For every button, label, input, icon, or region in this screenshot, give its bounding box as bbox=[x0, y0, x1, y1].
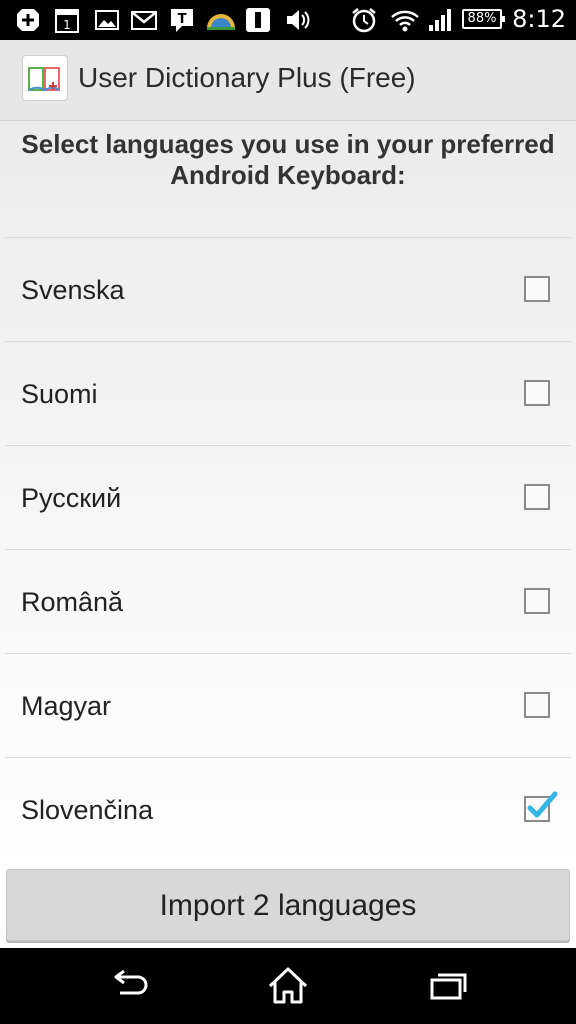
back-icon[interactable] bbox=[104, 964, 152, 1008]
app-icon bbox=[246, 8, 270, 32]
talk-icon: T bbox=[171, 9, 193, 32]
clock: 8:12 bbox=[512, 5, 566, 33]
language-checkbox[interactable] bbox=[524, 791, 558, 822]
instruction-text: Select languages you use in your preferr… bbox=[21, 129, 555, 190]
add-icon bbox=[17, 9, 39, 31]
calendar-icon: 1 bbox=[55, 9, 79, 33]
weather-icon bbox=[207, 14, 235, 30]
alarm-icon bbox=[352, 8, 376, 33]
language-label: Suomi bbox=[21, 379, 98, 409]
gallery-icon bbox=[95, 10, 119, 30]
home-icon[interactable] bbox=[264, 964, 312, 1008]
list-item[interactable]: Română bbox=[5, 549, 571, 653]
language-label: Magyar bbox=[21, 691, 112, 721]
language-checkbox[interactable] bbox=[524, 380, 550, 406]
recents-icon[interactable] bbox=[424, 964, 472, 1008]
action-bar: User Dictionary Plus (Free) bbox=[0, 40, 576, 121]
language-checkbox[interactable] bbox=[524, 692, 550, 718]
main-content: Select languages you use in your preferr… bbox=[0, 121, 576, 948]
list-item[interactable]: Русский bbox=[5, 445, 571, 549]
volume-icon bbox=[287, 10, 310, 30]
navigation-bar bbox=[0, 948, 576, 1024]
calendar-day: 1 bbox=[63, 18, 71, 32]
svg-text:T: T bbox=[178, 12, 187, 27]
app-logo-icon[interactable] bbox=[22, 55, 68, 101]
list-item[interactable]: Suomi bbox=[5, 341, 571, 445]
list-item[interactable]: Magyar bbox=[5, 653, 571, 757]
language-label: Slovenčina bbox=[21, 795, 154, 825]
language-checkbox[interactable] bbox=[524, 588, 550, 614]
gmail-icon bbox=[131, 11, 157, 30]
import-button[interactable]: Import 2 languages bbox=[6, 869, 570, 941]
language-label: Русский bbox=[21, 483, 122, 513]
app-title: User Dictionary Plus (Free) bbox=[78, 62, 416, 93]
language-checkbox[interactable] bbox=[524, 484, 550, 510]
list-item[interactable]: Slovenčina bbox=[5, 757, 571, 861]
signal-icon bbox=[429, 9, 451, 31]
language-label: Română bbox=[21, 587, 124, 617]
language-label: Svenska bbox=[21, 275, 125, 305]
list-item[interactable]: Svenska bbox=[5, 237, 571, 341]
wifi-icon bbox=[391, 10, 419, 32]
status-bar: 1 T 88% 8:12 bbox=[0, 0, 576, 40]
language-checkbox[interactable] bbox=[524, 276, 550, 302]
language-list: Svenska Suomi Русский Română Magyar Slov… bbox=[5, 237, 571, 861]
checkmark-icon bbox=[527, 791, 558, 818]
battery-indicator: 88% bbox=[462, 9, 505, 29]
